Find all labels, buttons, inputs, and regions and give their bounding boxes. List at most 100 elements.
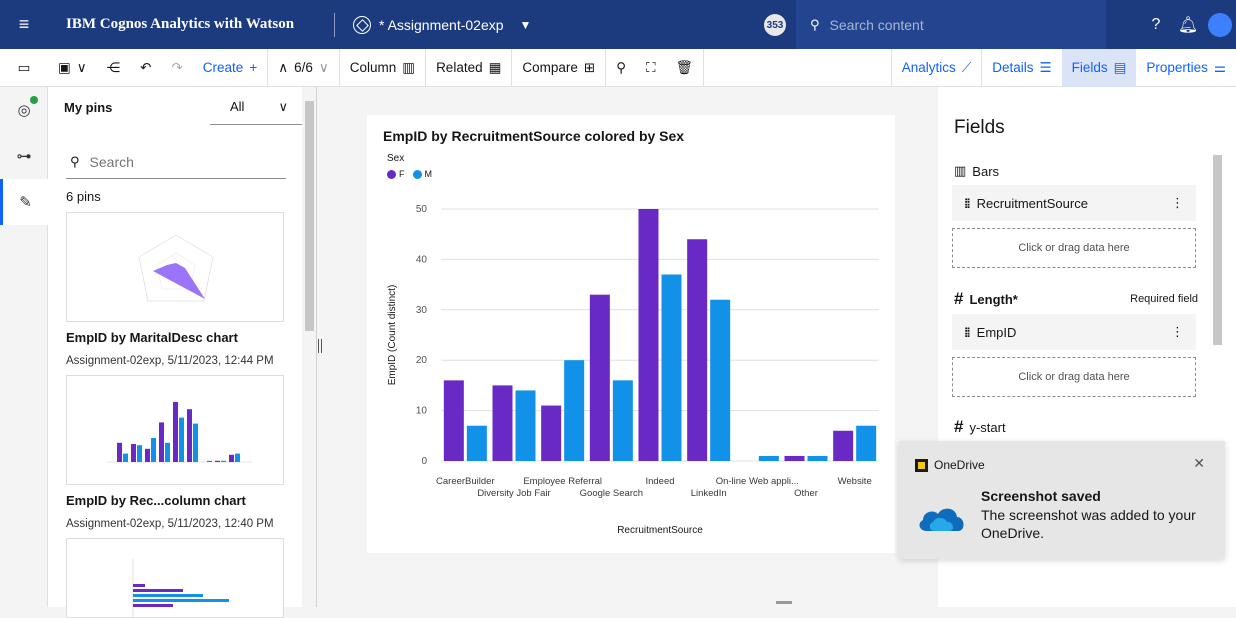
details-label: Details [992, 60, 1034, 75]
document-switcher[interactable]: * Assignment-02exp ▼ [353, 15, 532, 34]
scrollbar-thumb[interactable] [1213, 155, 1222, 345]
pin-thumbnail[interactable] [66, 212, 284, 322]
top-bar: ≡ IBM Cognos Analytics with Watson * Ass… [0, 0, 1236, 49]
header-divider [334, 12, 335, 37]
compare-label: Compare [522, 60, 578, 75]
create-label: Create [202, 60, 244, 75]
bar-m [856, 425, 877, 461]
user-avatar[interactable] [1204, 0, 1236, 49]
legend-item-f[interactable]: F [387, 169, 405, 180]
drag-handle-icon[interactable]: ⁞⁞ [964, 325, 971, 340]
bar-m [466, 425, 487, 461]
legend-label: M [424, 169, 433, 179]
x-tick-label: Other [794, 488, 818, 499]
chevron-up-icon[interactable]: ∧ [278, 60, 288, 76]
legend-swatch [387, 170, 396, 180]
search-bar[interactable]: ⚲ [796, 0, 1106, 49]
overflow-menu-icon[interactable]: ⋮ [1171, 324, 1184, 340]
field-slot-empid[interactable]: ⁞⁞ EmpID ⋮ [952, 314, 1196, 350]
thumbnail-bar [235, 453, 240, 462]
visualization-card[interactable]: 0 10 20 30 40 50 EmpID (Count distinct) Career… [367, 115, 895, 553]
thumbnail-bar [193, 423, 198, 462]
column-chart-icon: ▥ [402, 59, 416, 75]
pins-scrollbar[interactable] [302, 87, 316, 607]
y-tick-label: 40 [416, 254, 428, 265]
legend-title: Sex [387, 153, 405, 164]
chevron-down-icon[interactable]: ▼ [520, 18, 532, 32]
field-slot-recruitmentsource[interactable]: ⁞⁞ RecruitmentSource ⋮ [952, 185, 1196, 221]
pin-thumbnail[interactable] [66, 375, 284, 485]
bar-f [638, 209, 659, 461]
hamburger-menu-icon[interactable]: ≡ [0, 0, 48, 49]
search-icon: ⚲ [70, 153, 80, 169]
comment-icon[interactable]: ▭ [0, 49, 48, 87]
filter-value: All [230, 99, 245, 114]
thumbnail-bar [145, 448, 150, 462]
redo-icon[interactable]: ↷ [161, 49, 192, 87]
pins-filter-dropdown[interactable]: All ∨ [210, 89, 302, 125]
compare-button[interactable]: Compare ⊞ [512, 49, 605, 87]
y-tick-label: 50 [416, 204, 428, 215]
panel-splitter[interactable] [316, 87, 322, 607]
drop-zone[interactable]: Click or drag data here [952, 357, 1196, 397]
visualization-type-button[interactable]: Column ▥ [340, 49, 425, 87]
save-menu[interactable]: ▣ ∨ [48, 49, 97, 87]
pin-icon[interactable]: ⚲ [606, 49, 636, 87]
legend-item-m[interactable]: M [412, 169, 433, 180]
pin-icon[interactable]: ✎ [0, 179, 48, 225]
analytics-button[interactable]: Analytics ⟋ [892, 49, 981, 87]
expand-icon[interactable]: ⛶ [636, 49, 665, 87]
notification-count-badge[interactable]: 353 [764, 14, 786, 36]
trash-icon[interactable]: 🗑︎ [666, 49, 703, 87]
pin-title[interactable]: EmpID by MaritalDesc chart [66, 330, 302, 345]
x-axis-label: RecruitmentSource [617, 525, 703, 536]
status-dot [30, 96, 38, 104]
ystart-label: y-start [969, 419, 1006, 435]
fields-button[interactable]: Fields ▤ [1061, 48, 1137, 87]
details-button[interactable]: Details ☰ [982, 49, 1061, 87]
onedrive-toast[interactable]: OneDrive ✕ Screenshot saved The screensh… [899, 441, 1225, 559]
help-icon[interactable]: ? [1140, 0, 1172, 49]
chevron-down-icon: ∨ [76, 59, 87, 75]
assistant-icon[interactable]: ◎ [0, 87, 48, 133]
pin-meta: Assignment-02exp, 5/11/2023, 12:44 PM [66, 355, 274, 367]
pins-search-input[interactable] [89, 153, 270, 170]
chart-legend: F M [387, 169, 433, 180]
y-tick-label: 20 [416, 355, 428, 366]
plus-icon: + [249, 60, 258, 75]
drop-zone[interactable]: Click or drag data here [952, 228, 1196, 268]
x-tick-label: Diversity Job Fair [477, 488, 550, 499]
bell-icon[interactable]: 🔔︎ [1172, 0, 1204, 49]
canvas-scrollbar[interactable] [323, 598, 938, 607]
chevron-down-icon: ∨ [278, 98, 288, 114]
close-icon[interactable]: ✕ [1193, 455, 1205, 472]
horizontal-bar-thumbnail [132, 559, 229, 617]
legend-swatch [412, 170, 422, 180]
pin-thumbnail[interactable] [66, 538, 284, 618]
fields-icon: ▤ [1113, 59, 1127, 75]
share-icon[interactable]: ⋲ [97, 49, 131, 87]
related-label: Related [436, 60, 483, 75]
toast-app: OneDrive [915, 458, 985, 472]
bars-label: Bars [972, 163, 1000, 179]
pin-title[interactable]: EmpID by Rec...column chart [66, 493, 302, 508]
page-navigator[interactable]: ∧ 6/6 ∨ [268, 49, 339, 87]
data-tree-icon[interactable]: ⊶ [0, 133, 48, 179]
thumbnail-bar [187, 409, 192, 462]
chevron-down-icon[interactable]: ∨ [319, 60, 329, 76]
create-button[interactable]: Create + [193, 49, 267, 87]
search-input[interactable] [829, 16, 1080, 33]
save-icon: ▣ [58, 59, 71, 75]
scrollbar-thumb[interactable] [305, 101, 314, 331]
pins-count: 6 pins [66, 189, 101, 204]
overflow-menu-icon[interactable]: ⋮ [1171, 195, 1184, 211]
properties-button[interactable]: Properties ⚌ [1136, 49, 1236, 87]
bar-m [661, 274, 682, 461]
drag-handle-icon[interactable]: ⁞⁞ [964, 196, 971, 211]
bar-chart-icon: ▥ [954, 163, 967, 178]
app-brand: IBM Cognos Analytics with Watson [66, 16, 295, 32]
undo-icon[interactable]: ↶ [130, 49, 161, 87]
document-title: * Assignment-02exp [379, 16, 504, 33]
pins-search[interactable]: ⚲ [66, 145, 286, 179]
related-button[interactable]: Related ▦ [426, 49, 511, 87]
